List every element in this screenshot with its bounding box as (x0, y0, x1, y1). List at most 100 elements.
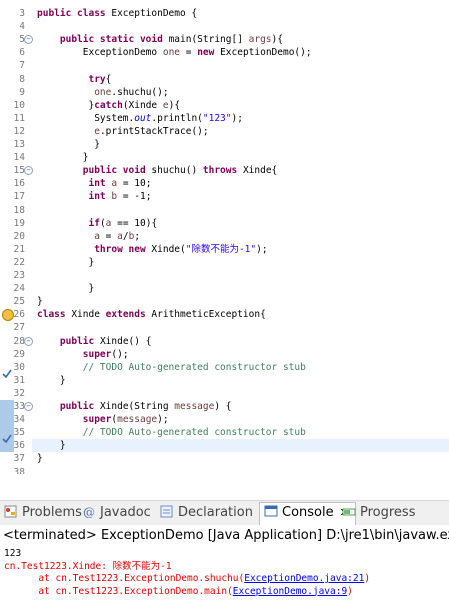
line-number: 37 (13, 453, 25, 465)
fold-toggle-icon[interactable] (24, 35, 33, 45)
line-number: 19 (13, 217, 25, 229)
code-line[interactable]: 5 public static void main(String[] args)… (0, 33, 449, 46)
task-marker-icon[interactable] (2, 428, 12, 444)
console-line: 123 (4, 548, 21, 560)
code-line[interactable]: 28 public Xinde() { (0, 335, 449, 348)
code-line[interactable]: 24 } (0, 282, 449, 295)
line-number: 15 (13, 165, 25, 177)
code-line[interactable]: 33 public Xinde(String message) { (0, 400, 449, 413)
console-output[interactable]: 123 cn.Test1223.Xinde: 除数不能为-1 at cn.Test… (0, 548, 449, 602)
line-number: 25 (13, 296, 25, 308)
code-line[interactable]: 15 public void shuchu() throws Xinde{ (0, 164, 449, 177)
code-line[interactable]: 18 (0, 204, 449, 217)
javadoc-icon: @ (82, 505, 96, 519)
tab-progress[interactable]: Progress (342, 503, 415, 523)
code-line[interactable]: 3 public class ExceptionDemo { (0, 7, 449, 20)
code-line[interactable]: 6 ExceptionDemo one = new ExceptionDemo(… (0, 46, 449, 59)
tab-javadoc[interactable]: @ Javadoc (82, 503, 151, 523)
code-token: } (37, 256, 95, 268)
fold-toggle-icon[interactable] (24, 336, 33, 346)
code-line[interactable]: 17 int b = -1; (0, 190, 449, 203)
code-line[interactable]: 37} (0, 452, 449, 465)
tab-label: Problems (22, 505, 82, 520)
svg-text:@: @ (83, 505, 95, 518)
code-token: ){ (168, 99, 181, 111)
fold-toggle-icon[interactable] (24, 166, 33, 176)
code-token: if (88, 217, 100, 229)
code-line[interactable]: 21 throw new Xinde("除数不能为-1"); (0, 243, 449, 256)
code-line[interactable]: 27 (0, 321, 449, 334)
code-token: .shuchu(); (111, 86, 169, 98)
code-token: } (37, 440, 66, 452)
progress-icon (342, 505, 356, 518)
code-token: // TODO Auto-generated constructor stub (82, 427, 306, 439)
code-line[interactable]: 20 a = a/b; (0, 230, 449, 243)
code-line[interactable]: 12 e.printStackTrace(); (0, 125, 449, 138)
code-line[interactable]: 32 (0, 387, 449, 400)
code-line[interactable]: 8 try{ (0, 73, 449, 86)
tab-label: Progress (360, 505, 416, 520)
console-text: ) (347, 585, 353, 597)
line-number: 31 (13, 374, 25, 386)
tab-problems[interactable]: Problems (4, 503, 82, 523)
code-line[interactable]: 26 class Xinde extends ArithmeticExceptio… (0, 308, 449, 322)
code-token: (Xinde (122, 99, 163, 111)
code-text: if(a == 10){ (37, 217, 157, 230)
stacktrace-link[interactable]: ExceptionDemo.java:21 (244, 573, 364, 584)
line-number: 34 (13, 414, 25, 426)
code-line[interactable]: 4 (0, 20, 449, 33)
code-line[interactable]: 31 } (0, 374, 449, 387)
code-text: int b = -1; (37, 190, 151, 203)
line-number: 7 (19, 60, 25, 72)
code-token: public class (37, 8, 112, 19)
code-token: Xinde (71, 309, 106, 321)
code-token: ExceptionDemo (37, 47, 163, 59)
code-editor[interactable]: 3public class ExceptionDemo {45 public s… (0, 0, 449, 474)
code-token: ); (157, 414, 169, 426)
code-line[interactable]: 38 (0, 466, 449, 475)
code-line[interactable]: 22 } (0, 256, 449, 269)
code-line[interactable]: 34 super(message); (0, 413, 449, 426)
console-text: at cn.Test1223.ExceptionDemo.shuchu( (4, 573, 245, 584)
code-token: shuchu() (151, 165, 203, 177)
code-line[interactable]: 29 super(); (0, 348, 449, 361)
task-marker-icon[interactable] (2, 363, 12, 378)
line-number: 6 (19, 47, 25, 59)
code-line[interactable]: 23 (0, 269, 449, 282)
code-token: int (88, 191, 112, 203)
code-token: } (37, 283, 95, 295)
console-icon (264, 505, 278, 518)
tab-label: Declaration (178, 505, 253, 520)
code-line[interactable]: 35 // TODO Auto-generated constructor st… (0, 426, 449, 444)
code-token: Xinde(String (99, 401, 175, 412)
code-line[interactable]: 14 } (0, 151, 449, 164)
code-text: super(); (37, 348, 129, 361)
code-line[interactable]: 16 int a = 10; (0, 177, 449, 190)
code-text: try{ (37, 73, 111, 86)
code-line[interactable]: 10 }catch(Xinde e){ (0, 99, 449, 112)
code-text: } (37, 439, 66, 452)
line-number: 17 (13, 191, 25, 203)
code-line[interactable]: 13 } (0, 138, 449, 151)
code-token: extends (105, 309, 146, 321)
code-token: = (99, 230, 118, 242)
line-number: 8 (19, 73, 25, 85)
console-text: ) (364, 573, 371, 584)
fold-toggle-icon[interactable] (24, 402, 33, 411)
code-line[interactable]: 36 } (0, 439, 449, 453)
tab-declaration[interactable]: Declaration (160, 503, 253, 523)
stacktrace-link[interactable]: ExceptionDemo.java:9 (233, 586, 347, 597)
code-line[interactable]: 30 // TODO Auto-generated constructor st… (0, 361, 449, 378)
code-token: } (37, 139, 100, 150)
code-text: } (37, 374, 66, 387)
code-line[interactable]: 19 if(a == 10){ (0, 217, 449, 230)
code-line[interactable]: 9 one.shuchu(); (0, 86, 449, 99)
code-line[interactable]: 25} (0, 295, 449, 308)
code-text: class Xinde extends ArithmeticException{ (37, 308, 266, 321)
code-line[interactable]: 7 (0, 59, 449, 72)
code-line[interactable]: 11 System.out.println("123"); (0, 112, 449, 125)
code-token: } (37, 374, 66, 386)
